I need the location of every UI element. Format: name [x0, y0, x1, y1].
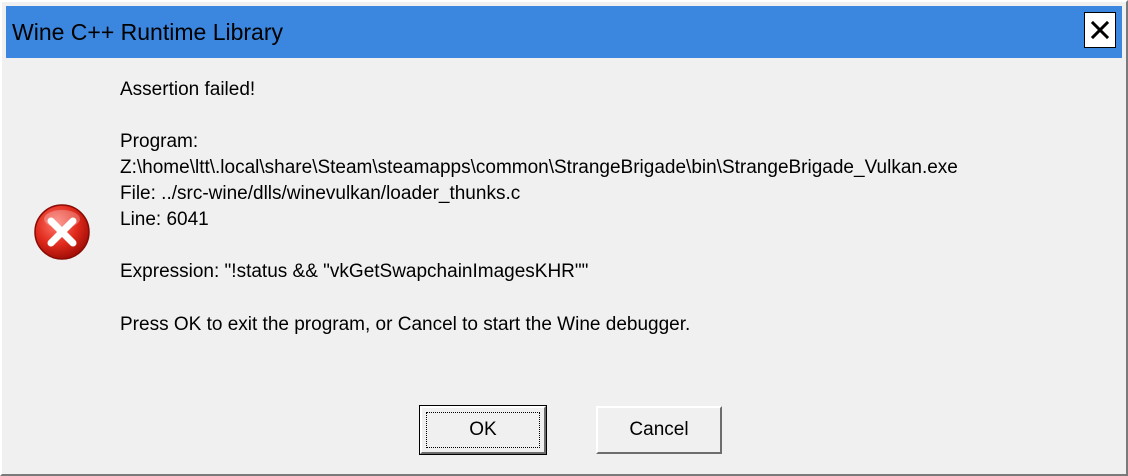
cancel-button[interactable]: Cancel: [596, 406, 722, 454]
assertion-heading: Assertion failed!: [120, 79, 256, 100]
close-icon: [1090, 20, 1110, 40]
program-path: Z:\home\ltt\.local\share\Steam\steamapps…: [120, 157, 958, 178]
title-bar[interactable]: Wine C++ Runtime Library: [6, 6, 1122, 58]
cancel-button-label: Cancel: [629, 419, 689, 440]
window-title: Wine C++ Runtime Library: [12, 19, 283, 45]
ok-button-label: OK: [469, 419, 497, 440]
error-icon: [34, 204, 90, 260]
line-number: Line: 6041: [120, 209, 209, 230]
program-label: Program:: [120, 131, 199, 152]
instruction-text: Press OK to exit the program, or Cancel …: [120, 314, 691, 335]
message-dialog: Wine C++ Runtime Library Assertion faile…: [0, 0, 1128, 476]
close-button[interactable]: [1084, 12, 1116, 48]
ok-button[interactable]: OK: [419, 405, 547, 455]
file-line: File: ../src-wine/dlls/winevulkan/loader…: [120, 183, 521, 204]
expression-line: Expression: "!status && "vkGetSwapchainI…: [120, 261, 589, 282]
